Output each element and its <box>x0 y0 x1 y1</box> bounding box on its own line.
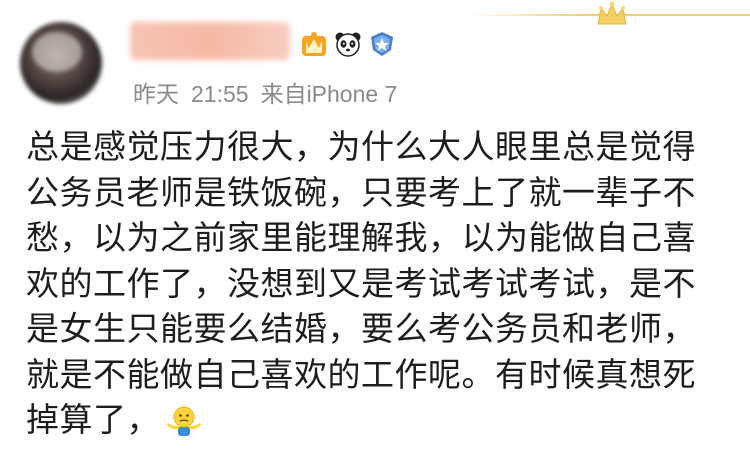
post-text-line: 就是不能做自己喜欢的工作呢。有时候真想死 <box>26 354 696 394</box>
post-text-line-last: 掉算了， <box>26 397 736 443</box>
avatar[interactable] <box>20 22 102 104</box>
vip-crown-icon[interactable] <box>300 30 328 58</box>
level-shield-icon[interactable] <box>368 30 396 58</box>
post-text-line: 欢的工作了，没想到又是考试考试考试，是不 <box>26 263 696 303</box>
post-text-line-content: 掉算了， <box>26 400 160 439</box>
username-blurred[interactable] <box>130 22 290 60</box>
panda-icon[interactable] <box>334 30 362 58</box>
post-meta: 昨天 21:55 来自iPhone 7 <box>133 75 397 109</box>
post-time: 21:55 <box>191 81 249 107</box>
post-text-line: 公务员老师是铁饭碗，只要考上了就一辈子不 <box>26 172 696 212</box>
shrug-emoji-icon <box>167 406 201 436</box>
post-text-line: 愁，以为之前家里能理解我，以为能做自己喜 <box>26 218 696 257</box>
post-text-line: 总是感觉压力很大，为什么大人眼里总是觉得 <box>26 127 696 166</box>
post-body: 总是感觉压力很大，为什么大人眼里总是觉得 公务员老师是铁饭碗，只要考上了就一辈子… <box>26 124 736 443</box>
post-source[interactable]: 来自iPhone 7 <box>261 81 398 107</box>
post-text-line: 是女生只能要么结婚，要么考公务员和老师， <box>26 309 696 348</box>
badge-row <box>300 30 396 58</box>
crown-icon <box>597 1 627 25</box>
post-date: 昨天 <box>133 81 179 107</box>
